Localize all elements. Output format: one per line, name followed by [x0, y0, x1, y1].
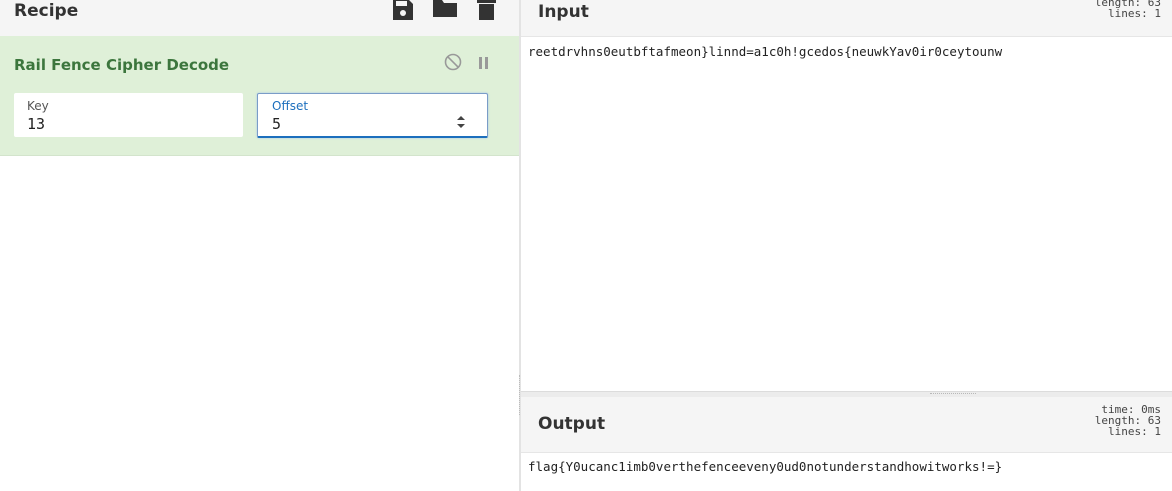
output-textarea[interactable]: flag{Y0ucanc1imb0verthefenceeveny0ud0not…: [528, 459, 1002, 474]
output-lines: lines: 1: [1108, 425, 1161, 438]
input-header: Input length: 63 lines: 1: [521, 0, 1172, 37]
recipe-header: Recipe: [0, 0, 519, 36]
output-title: Output: [538, 414, 606, 434]
key-value[interactable]: 13: [27, 115, 45, 133]
io-resize-handle[interactable]: [930, 393, 976, 394]
operation-title: Rail Fence Cipher Decode: [14, 56, 230, 74]
output-stats: time: 0ms length: 63 lines: 1: [1095, 404, 1161, 437]
trash-icon[interactable]: [477, 0, 496, 25]
offset-field[interactable]: Offset 5: [257, 93, 488, 138]
input-lines: lines: 1: [1108, 7, 1161, 20]
key-label: Key: [27, 99, 49, 113]
input-title: Input: [538, 2, 589, 22]
output-header: Output time: 0ms length: 63 lines: 1: [521, 397, 1172, 453]
operation-card: Rail Fence Cipher Decode Key 13 Offset 5: [0, 36, 519, 156]
pause-icon[interactable]: [478, 55, 490, 74]
input-textarea[interactable]: reetdrvhns0eutbftafmeon}linnd=a1c0h!gced…: [528, 44, 1002, 59]
folder-icon[interactable]: [433, 0, 457, 22]
recipe-title: Recipe: [14, 1, 79, 21]
input-stats: length: 63 lines: 1: [1095, 0, 1161, 19]
save-icon[interactable]: [392, 0, 414, 25]
spinner-icon[interactable]: [456, 113, 466, 132]
disable-icon[interactable]: [444, 53, 462, 75]
key-field[interactable]: Key 13: [14, 93, 243, 137]
offset-value[interactable]: 5: [272, 115, 281, 133]
recipe-pane: Recipe Rail Fence Cipher Decode Key 13 O…: [0, 0, 519, 491]
offset-label: Offset: [272, 99, 309, 113]
